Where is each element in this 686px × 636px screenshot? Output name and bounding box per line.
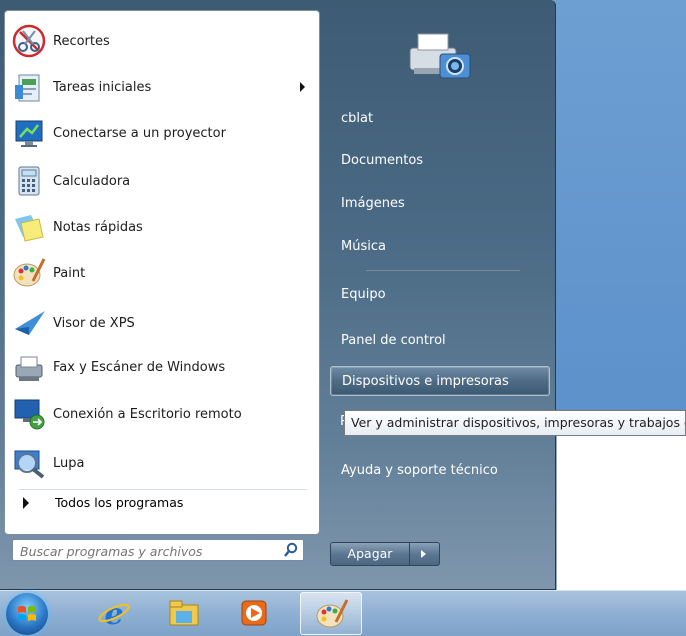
magnifier-icon bbox=[11, 445, 47, 481]
documents-link[interactable]: Documentos bbox=[330, 146, 550, 176]
program-paint[interactable]: Paint bbox=[11, 253, 313, 293]
program-label: Calculadora bbox=[53, 173, 131, 189]
right-item-label: Imágenes bbox=[341, 196, 405, 211]
program-fax-escaner[interactable]: Fax y Escáner de Windows bbox=[11, 347, 313, 387]
right-item-label: Panel de control bbox=[341, 333, 446, 348]
calculator-icon bbox=[11, 163, 47, 199]
taskbar: e bbox=[0, 590, 686, 636]
right-item-label: cblat bbox=[341, 111, 374, 126]
all-programs-button[interactable]: Todos los programas bbox=[15, 495, 183, 510]
computer-link[interactable]: Equipo bbox=[330, 280, 550, 310]
media-player-icon[interactable] bbox=[236, 595, 272, 631]
divider bbox=[366, 270, 520, 271]
paint-icon bbox=[314, 596, 350, 632]
user-folder-link[interactable]: cblat bbox=[330, 104, 550, 134]
submenu-arrow-icon bbox=[300, 82, 305, 92]
program-label: Visor de XPS bbox=[53, 315, 135, 331]
program-label: Tareas iniciales bbox=[53, 79, 152, 95]
program-label: Conectarse a un proyector bbox=[53, 125, 226, 141]
remote-desktop-icon bbox=[11, 396, 47, 432]
search-icon[interactable] bbox=[283, 542, 299, 558]
pictures-link[interactable]: Imágenes bbox=[330, 189, 550, 219]
right-item-label: Música bbox=[341, 239, 386, 254]
paint-palette-icon bbox=[11, 255, 47, 291]
sticky-notes-icon bbox=[11, 209, 47, 245]
control-panel-link[interactable]: Panel de control bbox=[330, 326, 550, 356]
right-item-label: Ayuda y soporte técnico bbox=[341, 463, 498, 478]
start-menu: Recortes Tareas iniciales Conectarse a u… bbox=[0, 0, 556, 590]
search-input[interactable] bbox=[18, 541, 272, 561]
right-item-label: Dispositivos e impresoras bbox=[342, 374, 509, 389]
shutdown-group: Apagar bbox=[330, 542, 440, 566]
music-link[interactable]: Música bbox=[330, 232, 550, 262]
shutdown-button[interactable]: Apagar bbox=[330, 542, 410, 566]
program-tareas-iniciales[interactable]: Tareas iniciales bbox=[11, 67, 313, 107]
help-support-link[interactable]: Ayuda y soporte técnico bbox=[330, 456, 550, 486]
search-box[interactable] bbox=[12, 539, 304, 561]
program-label: Fax y Escáner de Windows bbox=[53, 359, 226, 375]
divider bbox=[19, 489, 307, 490]
shutdown-options-button[interactable] bbox=[410, 542, 440, 566]
getting-started-icon bbox=[11, 69, 47, 105]
right-item-label: Equipo bbox=[341, 287, 386, 302]
start-button[interactable] bbox=[6, 593, 48, 635]
xps-viewer-icon bbox=[11, 305, 47, 341]
program-recortes[interactable]: Recortes bbox=[11, 21, 313, 61]
tooltip: Ver y administrar dispositivos, impresor… bbox=[344, 410, 686, 436]
all-programs-label: Todos los programas bbox=[55, 495, 184, 510]
program-label: Lupa bbox=[53, 455, 85, 471]
program-label: Notas rápidas bbox=[53, 219, 143, 235]
search-area bbox=[4, 535, 320, 590]
program-notas-rapidas[interactable]: Notas rápidas bbox=[11, 207, 313, 247]
arrow-right-icon bbox=[23, 496, 29, 509]
program-label: Paint bbox=[53, 265, 86, 281]
program-conectarse-proyector[interactable]: Conectarse a un proyector bbox=[11, 113, 313, 153]
program-lupa[interactable]: Lupa bbox=[11, 443, 313, 483]
program-calculadora[interactable]: Calculadora bbox=[11, 161, 313, 201]
explorer-icon[interactable] bbox=[166, 595, 202, 631]
right-item-label: Documentos bbox=[341, 153, 424, 168]
program-escritorio-remoto[interactable]: Conexión a Escritorio remoto bbox=[11, 394, 313, 434]
projector-icon bbox=[11, 115, 47, 151]
program-label: Conexión a Escritorio remoto bbox=[53, 406, 242, 422]
scissors-icon bbox=[11, 23, 47, 59]
background-window bbox=[556, 410, 686, 590]
windows-logo-icon bbox=[18, 606, 36, 621]
devices-printers-picture bbox=[396, 20, 476, 92]
program-visor-xps[interactable]: Visor de XPS bbox=[11, 303, 313, 343]
fax-scanner-icon bbox=[11, 349, 47, 385]
ie-icon[interactable]: e bbox=[96, 595, 132, 632]
program-label: Recortes bbox=[53, 33, 110, 49]
programs-pane: Recortes Tareas iniciales Conectarse a u… bbox=[4, 10, 320, 535]
taskbar-paint-active[interactable] bbox=[300, 592, 362, 635]
devices-printers-link[interactable]: Dispositivos e impresoras bbox=[330, 366, 550, 396]
